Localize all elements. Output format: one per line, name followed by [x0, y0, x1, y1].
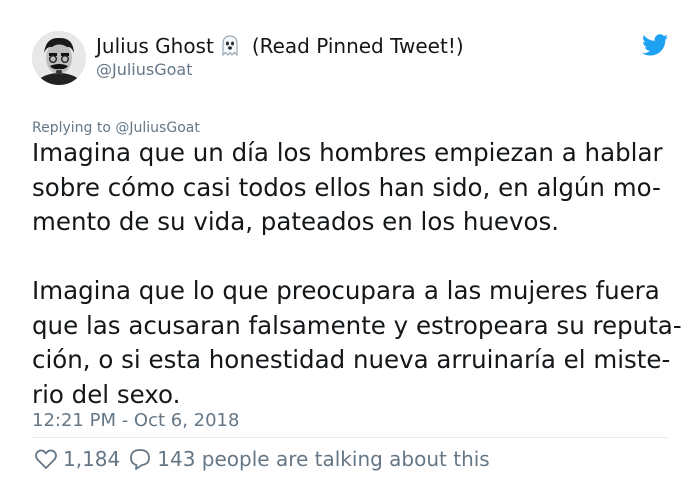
- tweet-card: Julius Ghost (Read Pinned Tweet!) @Juliu…: [0, 0, 700, 502]
- heart-icon[interactable]: [34, 447, 58, 471]
- tweet-text-line: mento de su vida, pateados en los huevos…: [32, 207, 560, 236]
- author-handle[interactable]: @JuliusGoat: [96, 60, 193, 79]
- twitter-bird-icon[interactable]: [642, 34, 668, 56]
- tweet-text-line: sobre cómo casi todos ellos han sido, en…: [32, 172, 661, 202]
- like-count[interactable]: 1,184: [63, 447, 120, 471]
- tweet-actions: 1,184 143 people are talking about this: [34, 447, 490, 471]
- author-name-suffix: (Read Pinned Tweet!): [251, 34, 464, 58]
- people-talking-text[interactable]: 143 people are talking about this: [157, 447, 489, 471]
- replying-prefix: Replying to: [32, 120, 111, 136]
- tweet-text-line: Imagina que un día los hombres empiezan …: [32, 138, 663, 167]
- replying-to: Replying to @JuliusGoat: [32, 120, 200, 136]
- tweet-timestamp[interactable]: 12:21 PM - Oct 6, 2018: [32, 410, 239, 431]
- tweet-text-line: rio del sexo.: [32, 379, 181, 409]
- reply-bubble-icon[interactable]: [128, 447, 152, 471]
- avatar[interactable]: [32, 31, 86, 85]
- display-name[interactable]: Julius Ghost (Read Pinned Tweet!): [96, 34, 464, 58]
- tweet-text: Imagina que un día los hombres empiezan …: [32, 136, 682, 412]
- avatar-photo: [32, 31, 86, 85]
- tweet-text-line: ción, o si esta honestidad nueva arruina…: [32, 345, 671, 374]
- author-name[interactable]: Julius Ghost: [96, 34, 214, 58]
- reply-mention-link[interactable]: @JuliusGoat: [115, 120, 199, 136]
- ghost-emoji-icon: [222, 35, 238, 57]
- tweet-text-line: que las acusaran falsamente y estropeara…: [32, 310, 682, 340]
- divider: [32, 437, 668, 438]
- tweet-text-line: Imagina que lo que preocupara a las muje…: [32, 276, 660, 305]
